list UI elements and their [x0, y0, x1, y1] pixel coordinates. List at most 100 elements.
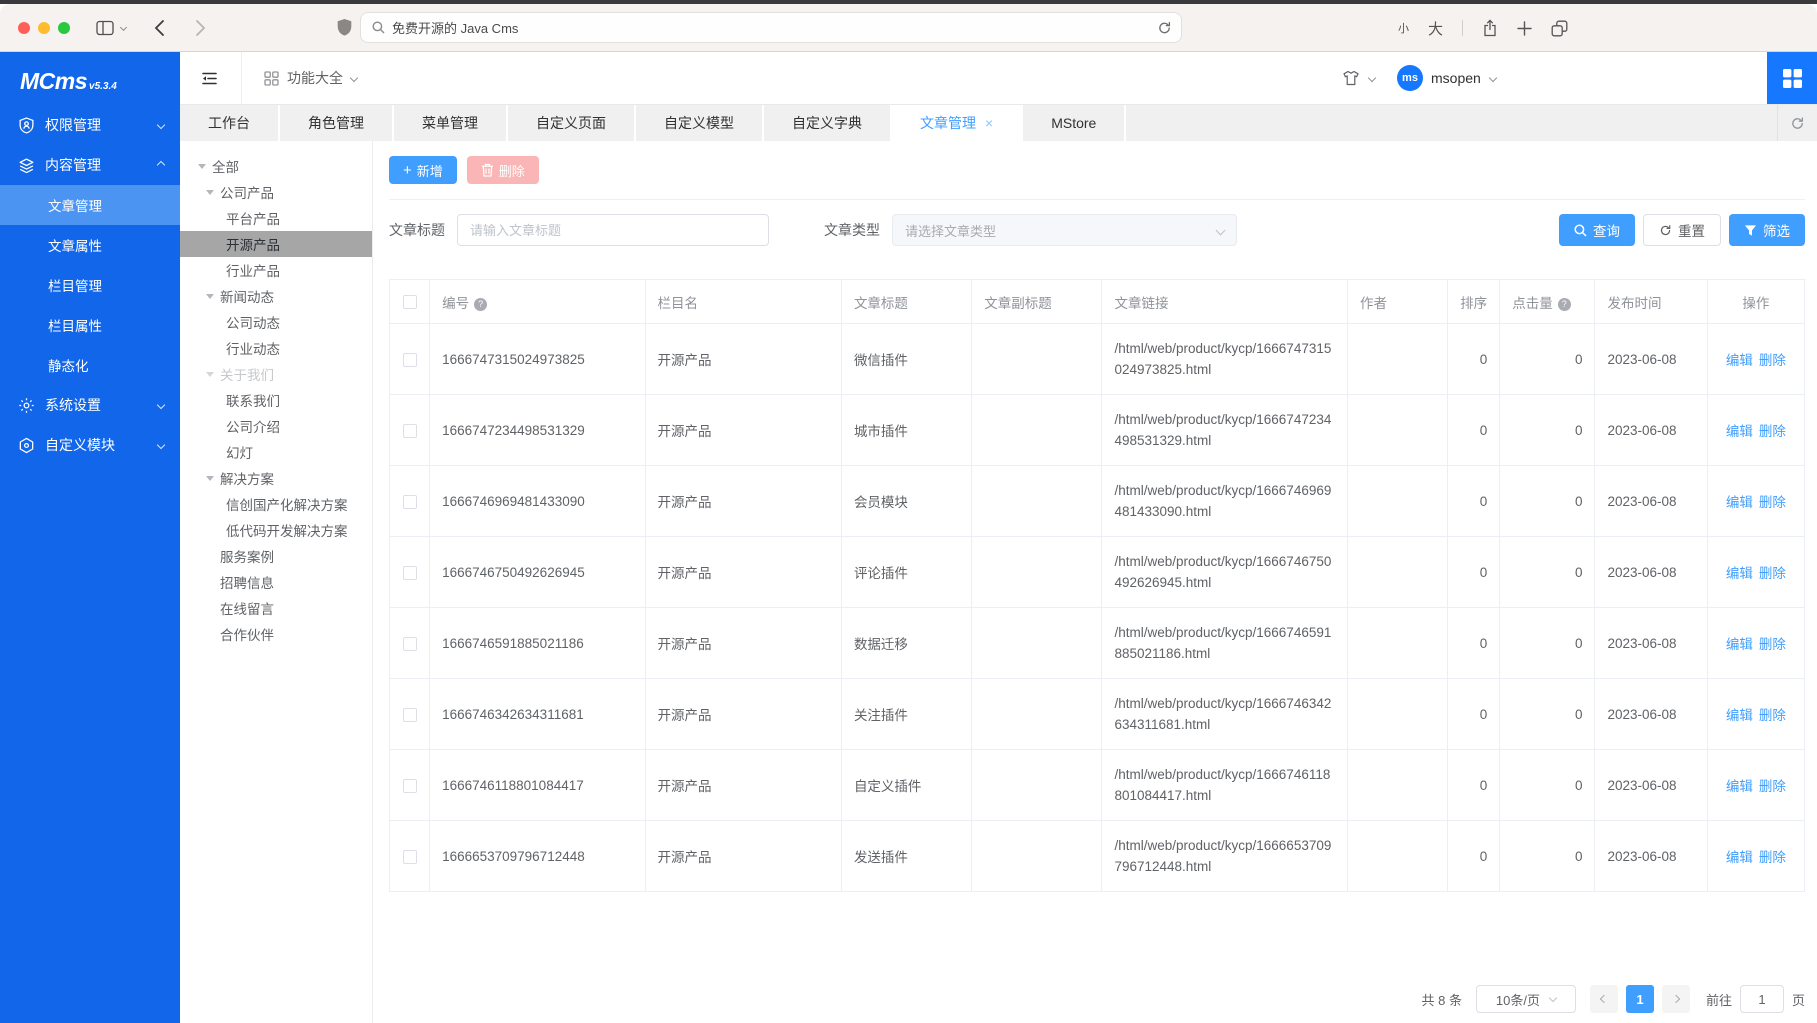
tree-node[interactable]: 全部: [180, 153, 372, 179]
tab-MStore[interactable]: MStore: [1023, 105, 1126, 141]
tree-node[interactable]: 在线留言: [180, 595, 372, 621]
browser-sidebar-toggle[interactable]: [96, 20, 126, 36]
type-filter-select[interactable]: 请选择文章类型: [892, 214, 1237, 246]
edit-link[interactable]: 编辑: [1726, 566, 1753, 581]
sidebar-item-3[interactable]: 系统设置: [0, 385, 180, 425]
tab-自定义字典[interactable]: 自定义字典: [764, 105, 892, 141]
delete-link[interactable]: 删除: [1759, 495, 1786, 510]
row-checkbox[interactable]: [403, 353, 417, 367]
caret-down-icon[interactable]: [206, 372, 214, 377]
select-all-checkbox[interactable]: [403, 295, 417, 309]
avatar[interactable]: ms: [1397, 65, 1423, 91]
tab-文章管理[interactable]: 文章管理×: [892, 105, 1023, 141]
edit-link[interactable]: 编辑: [1726, 495, 1753, 510]
edit-link[interactable]: 编辑: [1726, 424, 1753, 439]
caret-down-icon[interactable]: [206, 476, 214, 481]
tree-node[interactable]: 新闻动态: [180, 283, 372, 309]
tab-自定义页面[interactable]: 自定义页面: [508, 105, 636, 141]
row-checkbox[interactable]: [403, 708, 417, 722]
sidebar-subitem[interactable]: 栏目管理: [0, 265, 180, 305]
row-checkbox[interactable]: [403, 424, 417, 438]
tree-node[interactable]: 关于我们: [180, 361, 372, 387]
tree-node[interactable]: 低代码开发解决方案: [180, 517, 372, 543]
tree-node[interactable]: 平台产品: [180, 205, 372, 231]
text-smaller-button[interactable]: 小: [1398, 20, 1409, 36]
chevron-down-icon[interactable]: [1489, 74, 1497, 82]
edit-link[interactable]: 编辑: [1726, 850, 1753, 865]
close-window-button[interactable]: [18, 22, 30, 34]
feature-menu[interactable]: 功能大全: [264, 68, 357, 88]
caret-down-icon[interactable]: [206, 190, 214, 195]
delete-link[interactable]: 删除: [1759, 850, 1786, 865]
tree-node[interactable]: 行业动态: [180, 335, 372, 361]
sidebar-subitem[interactable]: 文章属性: [0, 225, 180, 265]
help-icon[interactable]: ?: [474, 298, 487, 311]
tree-node[interactable]: 幻灯: [180, 439, 372, 465]
chevron-down-icon[interactable]: [1368, 74, 1376, 82]
delete-link[interactable]: 删除: [1759, 708, 1786, 723]
delete-link[interactable]: 删除: [1759, 353, 1786, 368]
filter-button[interactable]: 筛选: [1729, 214, 1805, 246]
sidebar-subitem[interactable]: 栏目属性: [0, 305, 180, 345]
caret-down-icon[interactable]: [198, 164, 206, 169]
add-button[interactable]: + 新增: [389, 156, 457, 184]
tab-overview-icon[interactable]: [1551, 20, 1568, 37]
sidebar-item-2[interactable]: 内容管理: [0, 145, 180, 185]
search-button[interactable]: 查询: [1559, 214, 1635, 246]
caret-down-icon[interactable]: [206, 294, 214, 299]
tree-node[interactable]: 公司动态: [180, 309, 372, 335]
delete-button[interactable]: 删除: [467, 156, 539, 184]
edit-link[interactable]: 编辑: [1726, 637, 1753, 652]
delete-link[interactable]: 删除: [1759, 566, 1786, 581]
page-size-select[interactable]: 10条/页: [1476, 985, 1576, 1013]
reset-button[interactable]: 重置: [1643, 214, 1721, 246]
delete-link[interactable]: 删除: [1759, 424, 1786, 439]
edit-link[interactable]: 编辑: [1726, 708, 1753, 723]
tree-node[interactable]: 解决方案: [180, 465, 372, 491]
row-checkbox[interactable]: [403, 850, 417, 864]
tab-工作台[interactable]: 工作台: [180, 105, 280, 141]
tree-node[interactable]: 公司产品: [180, 179, 372, 205]
goto-page-input[interactable]: [1740, 985, 1784, 1013]
row-checkbox[interactable]: [403, 637, 417, 651]
tree-node[interactable]: 服务案例: [180, 543, 372, 569]
delete-link[interactable]: 删除: [1759, 779, 1786, 794]
delete-link[interactable]: 删除: [1759, 637, 1786, 652]
tree-node[interactable]: 公司介绍: [180, 413, 372, 439]
tree-node[interactable]: 开源产品: [180, 231, 372, 257]
tab-菜单管理[interactable]: 菜单管理: [394, 105, 508, 141]
current-page-button[interactable]: 1: [1626, 985, 1654, 1013]
next-page-button[interactable]: [1662, 985, 1690, 1013]
edit-link[interactable]: 编辑: [1726, 779, 1753, 794]
username[interactable]: msopen: [1431, 70, 1481, 86]
text-larger-button[interactable]: 大: [1428, 18, 1443, 39]
tree-node[interactable]: 招聘信息: [180, 569, 372, 595]
collapse-sidebar-icon[interactable]: [200, 69, 219, 88]
refresh-tab-button[interactable]: [1777, 105, 1817, 141]
tree-node[interactable]: 合作伙伴: [180, 621, 372, 647]
edit-link[interactable]: 编辑: [1726, 353, 1753, 368]
address-bar[interactable]: 免费开源的 Java Cms: [360, 12, 1182, 43]
help-icon[interactable]: ?: [1558, 298, 1571, 311]
minimize-window-button[interactable]: [38, 22, 50, 34]
sidebar-subitem[interactable]: 静态化: [0, 345, 180, 385]
tree-node[interactable]: 行业产品: [180, 257, 372, 283]
tree-node[interactable]: 联系我们: [180, 387, 372, 413]
tab-自定义模型[interactable]: 自定义模型: [636, 105, 764, 141]
sidebar-item-4[interactable]: 自定义模块: [0, 425, 180, 465]
privacy-shield-icon[interactable]: [337, 19, 352, 36]
apps-tile-button[interactable]: [1767, 52, 1817, 104]
row-checkbox[interactable]: [403, 495, 417, 509]
tab-角色管理[interactable]: 角色管理: [280, 105, 394, 141]
row-checkbox[interactable]: [403, 779, 417, 793]
prev-page-button[interactable]: [1590, 985, 1618, 1013]
sidebar-subitem[interactable]: 文章管理: [0, 185, 180, 225]
share-icon[interactable]: [1482, 19, 1498, 37]
theme-skin-icon[interactable]: [1342, 70, 1360, 86]
close-tab-icon[interactable]: ×: [985, 116, 993, 130]
row-checkbox[interactable]: [403, 566, 417, 580]
back-button[interactable]: [154, 19, 165, 37]
reload-icon[interactable]: [1157, 20, 1172, 36]
fullscreen-window-button[interactable]: [58, 22, 70, 34]
title-filter-input[interactable]: [457, 214, 769, 246]
